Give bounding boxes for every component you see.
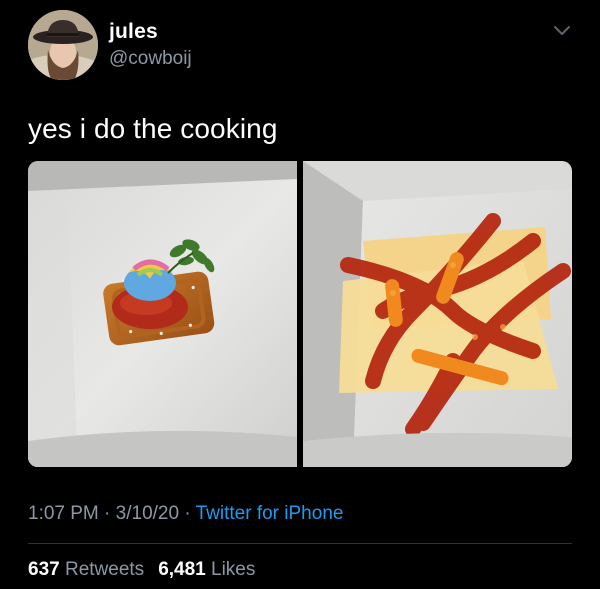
- retweets-label: Retweets: [64, 559, 145, 580]
- tweet-card: jules @cowboij yes i do the cooking 1:07…: [0, 0, 600, 589]
- retweets-stat[interactable]: 637 Retweets: [28, 559, 144, 580]
- meta-separator-2: ·: [179, 503, 196, 524]
- likes-label: Likes: [211, 559, 256, 580]
- tweet-time[interactable]: 1:07 PM: [28, 503, 99, 524]
- media-grid: [28, 161, 572, 467]
- tweet-metadata: 1:07 PM · 3/10/20 · Twitter for iPhone: [28, 503, 343, 525]
- meta-separator-1: ·: [98, 503, 116, 524]
- photo-pretzel-dish[interactable]: [28, 161, 297, 467]
- divider: [28, 543, 572, 544]
- tweet-text: yes i do the cooking: [28, 113, 278, 144]
- tweet-stats: 637 Retweets 6,481 Likes: [28, 559, 255, 581]
- tweet-source-link[interactable]: Twitter for iPhone: [196, 503, 344, 524]
- author-handle[interactable]: @cowboij: [109, 48, 192, 70]
- tweet-date[interactable]: 3/10/20: [116, 503, 179, 524]
- author-avatar[interactable]: [28, 10, 98, 80]
- photo-cheese-dish[interactable]: [303, 161, 572, 467]
- retweets-count: 637: [28, 559, 60, 580]
- avatar-image: [28, 10, 98, 80]
- likes-stat[interactable]: 6,481 Likes: [158, 559, 255, 580]
- likes-count: 6,481: [158, 559, 206, 580]
- chevron-down-icon[interactable]: [552, 24, 572, 38]
- author-display-name[interactable]: jules: [109, 20, 158, 44]
